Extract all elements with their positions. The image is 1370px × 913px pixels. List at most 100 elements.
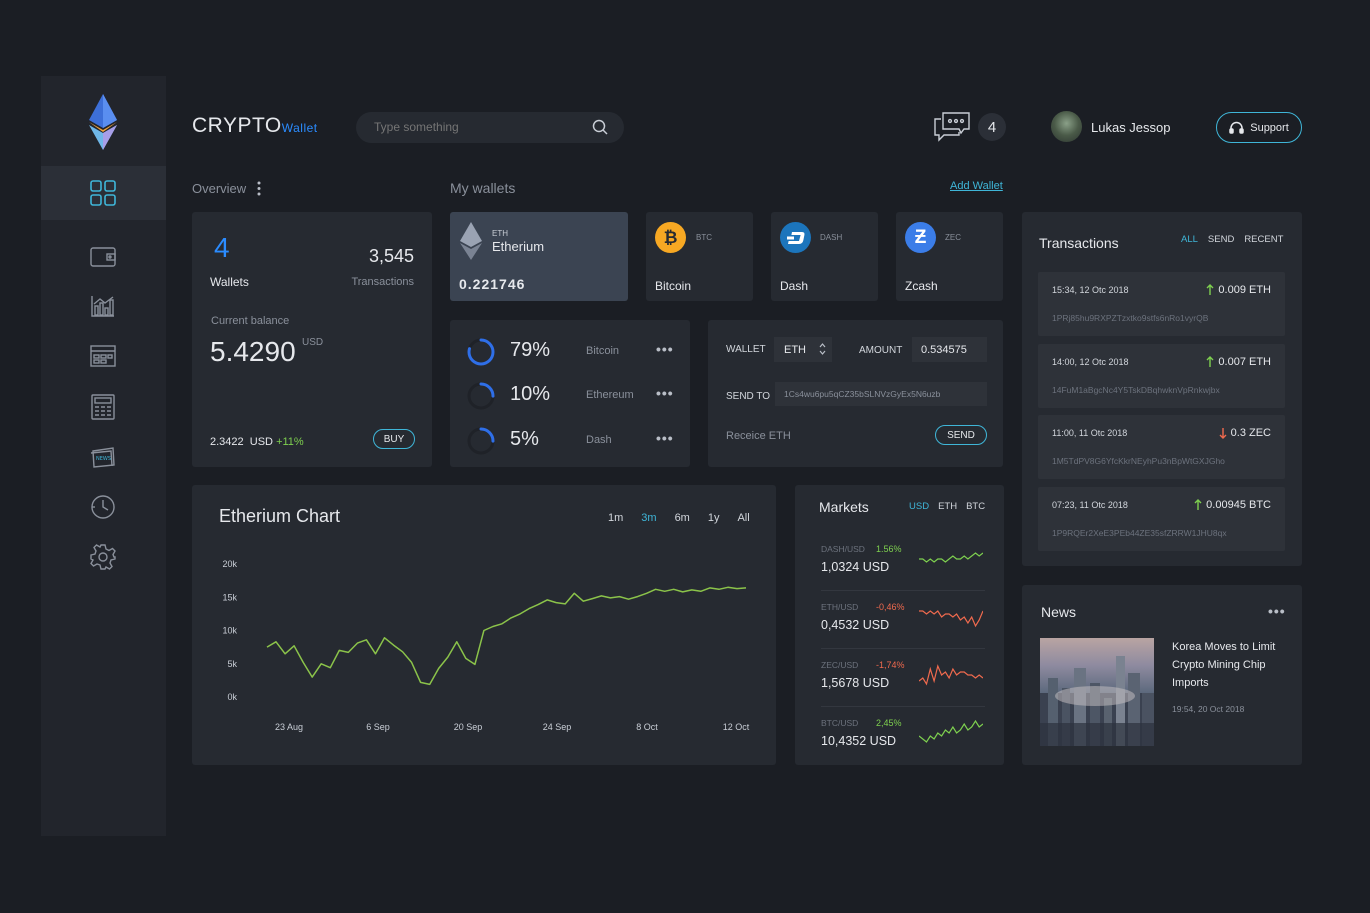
support-button[interactable]: Support [1216,112,1302,143]
market-row[interactable]: ETH/USD -0,46% 0,4532 USD [821,599,985,649]
zcash-coin-icon: Ƶ [905,222,936,253]
news-more-icon[interactable]: ••• [1268,603,1286,619]
transaction-amount: 0.009 ETH [1206,284,1271,296]
market-row[interactable]: BTC/USD 2,45% 10,4352 USD [821,715,985,765]
allocation-name: Dash [586,434,612,446]
allocation-percent: 5% [510,428,539,450]
market-tab[interactable]: ETH [938,501,957,512]
news-headline[interactable]: Korea Moves to Limit Crypto Mining Chip … [1172,638,1288,692]
transaction-time: 15:34, 12 Otc 2018 [1052,285,1129,295]
more-dots-icon[interactable]: ••• [656,430,674,446]
add-wallet-link[interactable]: Add Wallet [950,180,1003,192]
allocation-percent: 79% [510,339,551,361]
send-button[interactable]: SEND [935,425,987,445]
transaction-row[interactable]: 11:00, 11 Otc 2018 0.3 ZEC 1M5TdPV8G6YfcKk… [1038,415,1285,479]
transactions-tabs: ALL SEND RECENT [1181,234,1293,245]
transaction-amount: 0.00945 BTC [1194,499,1271,511]
wallet-select[interactable]: ETH [774,337,832,362]
headset-icon [1229,121,1244,135]
market-value: 10,4352 USD [821,734,896,748]
market-tab[interactable]: BTC [966,501,985,512]
chat-messages-icon[interactable] [933,111,971,148]
transaction-amount: 0.3 ZEC [1219,427,1271,439]
buy-button[interactable]: BUY [373,429,415,449]
sparkline-path [919,719,983,743]
user-avatar[interactable] [1051,111,1082,142]
transaction-hash: 1P9RQEr2XeE3PEb44ZE35sfZRRW1JHU8qx [1052,527,1227,538]
messages-count-badge: 4 [978,113,1006,141]
market-row[interactable]: DASH/USD 1.56% 1,0324 USD [821,541,985,591]
dashboard-grid-icon[interactable] [88,178,118,208]
settings-gear-icon[interactable] [88,542,118,572]
news-icon[interactable]: NEWS [88,442,118,472]
transactions-card: Transactions ALL SEND RECENT 15:34, 12 Otc… [1022,212,1302,566]
market-pair: DASH/USD [821,544,865,554]
x-tick-label: 12 Oct [723,722,750,732]
send-to-address-input[interactable] [775,382,987,406]
progress-ring [467,382,495,410]
market-value-unit: USD [862,618,890,632]
more-dots-icon[interactable]: ••• [656,341,674,357]
transaction-row[interactable]: 14:00, 12 Otc 2018 0.007 ETH 14FuM1aBgcNc4… [1038,343,1285,408]
transaction-tab[interactable]: SEND [1208,234,1234,245]
market-change: 1.56% [876,544,902,554]
calculator-icon[interactable] [88,392,118,422]
sparkline [919,610,983,628]
transaction-row[interactable]: 07:23, 11 Otc 2018 0.00945 BTC 1P9RQEr2XeE… [1038,486,1285,551]
market-value: 0,4532 USD [821,618,889,632]
wallet-name: Etherium [492,239,545,254]
svg-text:NEWS: NEWS [96,456,111,462]
transaction-time: 14:00, 12 Otc 2018 [1052,356,1129,367]
search-bar[interactable] [356,112,624,143]
statistics-chart-icon[interactable] [88,291,118,321]
transaction-amount-value: 0.007 ETH [1218,355,1271,368]
market-pair: ETH/USD [821,602,859,612]
news-card: News ••• Korea Moves to Limit Crypto Min… [1022,585,1302,765]
wallet-card-zec[interactable]: Ƶ ZEC Zcash [896,212,1003,301]
amount-input[interactable] [912,337,987,362]
market-row[interactable]: ZEC/USD -1,74% 1,5678 USD [821,657,985,707]
search-input[interactable] [374,120,584,134]
news-time: 19:54, 20 Oct 2018 [1172,704,1245,714]
sparkline-path [919,610,983,628]
user-name[interactable]: Lukas Jessop [1091,120,1171,135]
transaction-amount-value: 0.009 ETH [1218,284,1271,296]
market-value-number: 1,0324 [821,560,860,574]
transaction-tab[interactable]: RECENT [1244,234,1283,245]
x-tick-label: 20 Sep [454,722,483,732]
market-change: 2,45% [876,718,902,728]
line-chart: 20k 15k 10k 5k 0k 23 Aug 6 Sep 20 Sep 24 Sep 8 Oc… [222,559,750,732]
news-image[interactable] [1040,638,1154,746]
wallet-ticker: DASH [820,233,843,242]
market-pair: BTC/USD [821,718,859,728]
wallet-card-eth[interactable]: ETH Etherium 0.221746 [450,212,628,301]
select-arrows-icon [819,342,826,359]
support-label: Support [1250,121,1289,134]
sparkline [919,664,983,686]
allocation-row: 10% Ethereum ••• [466,381,696,419]
arrow-down-icon [1219,428,1227,439]
balance-label: Current balance [211,315,290,327]
exchange-table-icon[interactable] [88,341,118,371]
wallet-card-dash[interactable]: DASH Dash [771,212,878,301]
brand-title: CRYPTOWallet [192,114,318,138]
progress-ring [467,427,495,455]
transaction-hash: 1M5TdPV8G6YfcKkrNEyhPu3nBpWtGXJGho [1052,456,1225,466]
receive-link[interactable]: Receice ETH [726,430,791,442]
overview-more-icon[interactable] [256,181,262,196]
allocation-percent: 10% [510,383,551,405]
more-dots-icon[interactable]: ••• [656,385,674,401]
wallet-icon[interactable] [88,242,118,272]
x-tick-label: 6 Sep [366,722,390,732]
search-icon[interactable] [592,119,608,140]
transaction-hash: 1PRj85hu9RXPZTzxtko9stfs6nRo1vyrQB [1052,313,1209,323]
wallet-card-btc[interactable]: ₿ BTC Bitcoin [646,212,753,301]
news-title: News [1041,604,1077,620]
transaction-row[interactable]: 15:34, 12 Otc 2018 0.009 ETH 1PRj85hu9RXPZ… [1038,272,1285,336]
wallet-ticker: BTC [696,233,712,242]
market-value: 1,5678 USD [821,676,889,690]
market-tab[interactable]: USD [909,501,929,512]
history-clock-icon[interactable] [88,492,118,522]
x-tick-label: 23 Aug [275,722,303,732]
transaction-tab[interactable]: ALL [1181,234,1198,245]
